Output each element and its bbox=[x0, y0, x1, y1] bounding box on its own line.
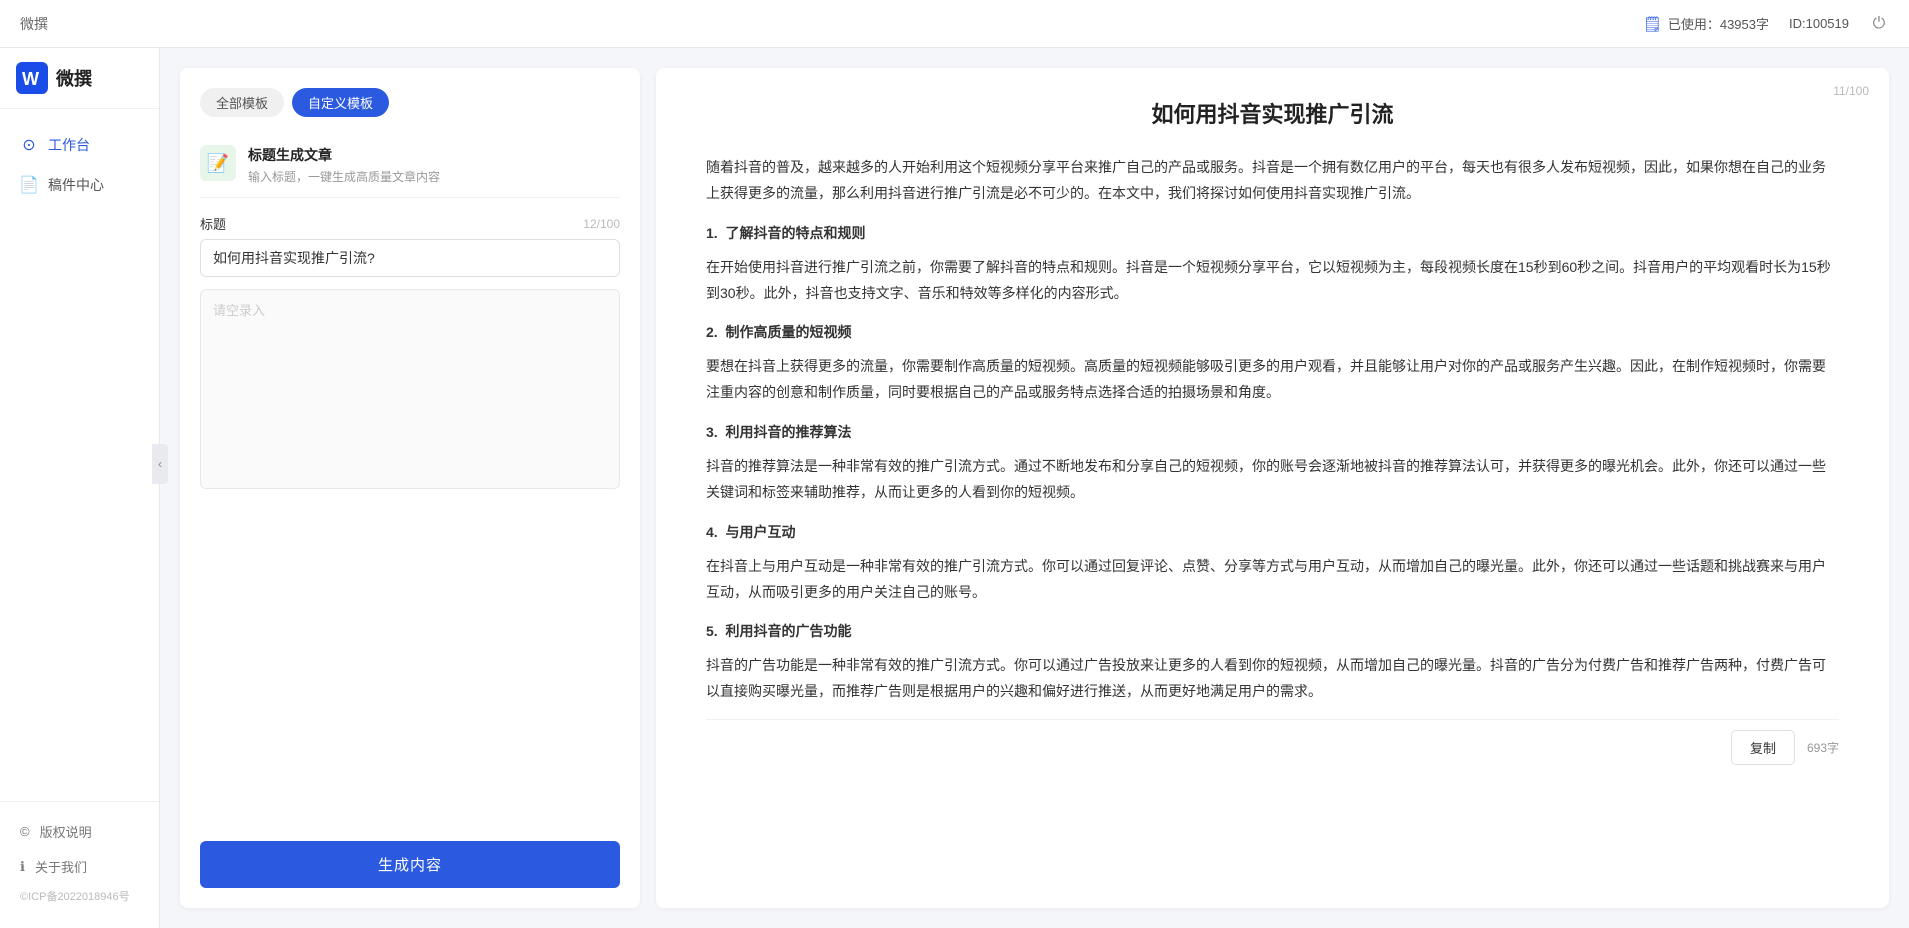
template-card-icon: 📝 bbox=[200, 145, 236, 181]
article-title: 如何用抖音实现推广引流 bbox=[706, 98, 1839, 131]
copyright-label: 版权说明 bbox=[40, 822, 92, 841]
sidebar-item-label-drafts: 稿件中心 bbox=[48, 175, 104, 195]
template-card-desc: 输入标题，一键生成高质量文章内容 bbox=[248, 168, 440, 185]
title-input[interactable] bbox=[200, 239, 620, 277]
article-section-4: 4. 与用户互动 在抖音上与用户互动是一种非常有效的推广引流方式。你可以通过回复… bbox=[706, 520, 1839, 606]
article-section-3: 3. 利用抖音的推荐算法 抖音的推荐算法是一种非常有效的推广引流方式。通过不断地… bbox=[706, 420, 1839, 506]
logo-area: W 微撰 bbox=[0, 48, 159, 109]
usage-icon: 🗒 bbox=[1643, 15, 1662, 33]
sidebar-footer: © 版权说明 ℹ 关于我们 ©ICP备2022018946号 bbox=[0, 801, 159, 928]
sidebar-item-drafts[interactable]: 📄 稿件中心 bbox=[0, 165, 159, 205]
form-label-title: 标题 bbox=[200, 214, 226, 233]
sidebar-nav: ⊙ 工作台 📄 稿件中心 bbox=[0, 109, 159, 801]
workbench-icon: ⊙ bbox=[20, 136, 38, 154]
extra-input-area[interactable]: 请空录入 bbox=[200, 289, 620, 489]
about-icon: ℹ bbox=[20, 859, 25, 875]
svg-text:W: W bbox=[22, 69, 39, 89]
sidebar: W 微撰 ⊙ 工作台 📄 稿件中心 © 版权说明 ℹ 关于我们 ©ICP备202… bbox=[0, 0, 160, 928]
icp-text: ©ICP备2022018946号 bbox=[0, 884, 159, 908]
main-content: 全部模板 自定义模板 📝 标题生成文章 输入标题，一键生成高质量文章内容 标题 … bbox=[160, 48, 1909, 928]
article-intro: 随着抖音的普及，越来越多的人开始利用这个短视频分享平台来推广自己的产品或服务。抖… bbox=[706, 155, 1839, 207]
section-1-body: 在开始使用抖音进行推广引流之前，你需要了解抖音的特点和规则。抖音是一个短视频分享… bbox=[706, 255, 1839, 307]
section-5-body: 抖音的广告功能是一种非常有效的推广引流方式。你可以通过广告投放来让更多的人看到你… bbox=[706, 653, 1839, 705]
section-2-body: 要想在抖音上获得更多的流量，你需要制作高质量的短视频。高质量的短视频能够吸引更多… bbox=[706, 354, 1839, 406]
topbar-id: ID:100519 bbox=[1789, 16, 1849, 31]
template-card[interactable]: 📝 标题生成文章 输入标题，一键生成高质量文章内容 bbox=[200, 133, 620, 198]
copy-button[interactable]: 复制 bbox=[1731, 730, 1795, 765]
form-label-row: 标题 12/100 bbox=[200, 214, 620, 233]
sidebar-footer-about[interactable]: ℹ 关于我们 bbox=[0, 849, 159, 884]
section-5-title: 5. 利用抖音的广告功能 bbox=[706, 619, 1839, 645]
topbar-usage: 🗒 已使用：43953字 bbox=[1643, 14, 1769, 33]
word-count-badge: 693字 bbox=[1807, 739, 1839, 756]
section-3-title: 3. 利用抖音的推荐算法 bbox=[706, 420, 1839, 446]
tab-custom-templates[interactable]: 自定义模板 bbox=[292, 88, 389, 117]
form-counter: 12/100 bbox=[583, 217, 620, 231]
section-1-title: 1. 了解抖音的特点和规则 bbox=[706, 221, 1839, 247]
topbar-title: 微撰 bbox=[20, 14, 48, 34]
collapse-sidebar-button[interactable]: ‹ bbox=[152, 444, 168, 484]
right-bottom-bar: 复制 693字 bbox=[706, 719, 1839, 765]
template-card-info: 标题生成文章 输入标题，一键生成高质量文章内容 bbox=[248, 145, 440, 185]
extra-placeholder-text: 请空录入 bbox=[213, 300, 265, 319]
article-body: 随着抖音的普及，越来越多的人开始利用这个短视频分享平台来推广自己的产品或服务。抖… bbox=[706, 155, 1839, 705]
sidebar-item-workbench[interactable]: ⊙ 工作台 bbox=[0, 125, 159, 165]
right-panel: 11/100 如何用抖音实现推广引流 随着抖音的普及，越来越多的人开始利用这个短… bbox=[656, 68, 1889, 908]
section-2-title: 2. 制作高质量的短视频 bbox=[706, 320, 1839, 346]
template-tabs: 全部模板 自定义模板 bbox=[200, 88, 620, 117]
copyright-icon: © bbox=[20, 824, 30, 839]
generate-button[interactable]: 生成内容 bbox=[200, 841, 620, 888]
sidebar-footer-copyright[interactable]: © 版权说明 bbox=[0, 814, 159, 849]
template-card-title: 标题生成文章 bbox=[248, 145, 440, 165]
about-label: 关于我们 bbox=[35, 857, 87, 876]
logo-text: 微撰 bbox=[56, 65, 92, 91]
section-4-title: 4. 与用户互动 bbox=[706, 520, 1839, 546]
content-area: 全部模板 自定义模板 📝 标题生成文章 输入标题，一键生成高质量文章内容 标题 … bbox=[160, 48, 1909, 928]
tab-all-templates[interactable]: 全部模板 bbox=[200, 88, 284, 117]
topbar-right: 🗒 已使用：43953字 ID:100519 ⏻ bbox=[1643, 14, 1889, 34]
topbar: 微撰 🗒 已使用：43953字 ID:100519 ⏻ bbox=[0, 0, 1909, 48]
article-section-2: 2. 制作高质量的短视频 要想在抖音上获得更多的流量，你需要制作高质量的短视频。… bbox=[706, 320, 1839, 406]
section-3-body: 抖音的推荐算法是一种非常有效的推广引流方式。通过不断地发布和分享自己的短视频，你… bbox=[706, 454, 1839, 506]
usage-label: 已使用：43953字 bbox=[1668, 14, 1769, 33]
article-section-5: 5. 利用抖音的广告功能 抖音的广告功能是一种非常有效的推广引流方式。你可以通过… bbox=[706, 619, 1839, 705]
section-4-body: 在抖音上与用户互动是一种非常有效的推广引流方式。你可以通过回复评论、点赞、分享等… bbox=[706, 554, 1839, 606]
power-icon[interactable]: ⏻ bbox=[1869, 14, 1889, 34]
logo-icon: W bbox=[16, 62, 48, 94]
article-section-1: 1. 了解抖音的特点和规则 在开始使用抖音进行推广引流之前，你需要了解抖音的特点… bbox=[706, 221, 1839, 307]
page-counter: 11/100 bbox=[1833, 84, 1869, 98]
left-panel: 全部模板 自定义模板 📝 标题生成文章 输入标题，一键生成高质量文章内容 标题 … bbox=[180, 68, 640, 908]
sidebar-item-label-workbench: 工作台 bbox=[48, 135, 90, 155]
drafts-icon: 📄 bbox=[20, 176, 38, 194]
